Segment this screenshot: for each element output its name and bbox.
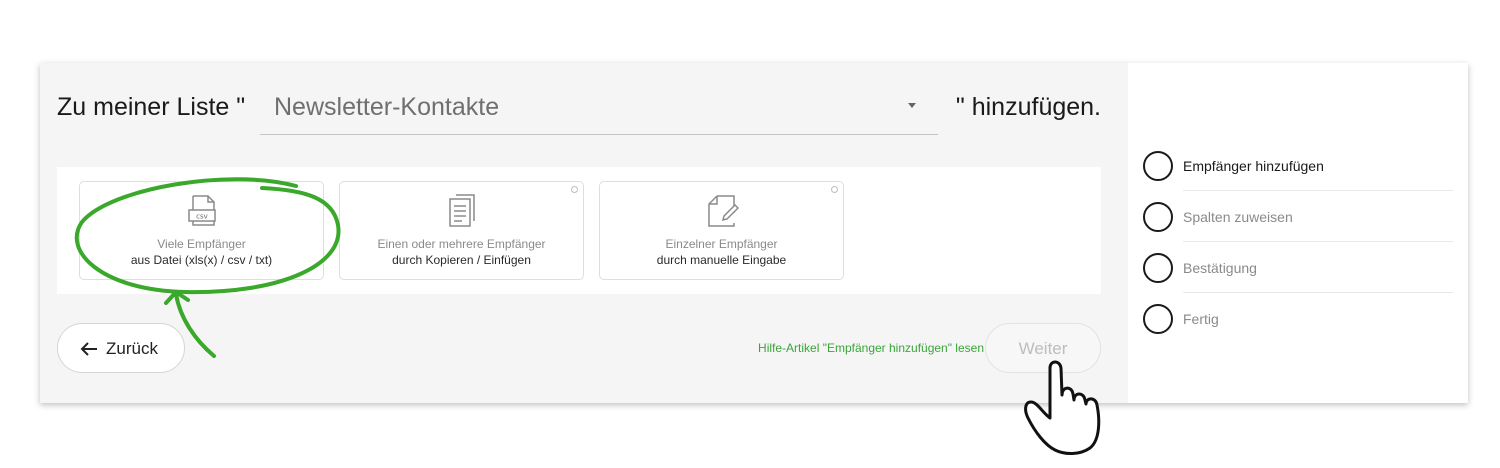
step-label: Fertig [1183,311,1219,327]
back-button-label: Zurück [106,339,158,358]
caret-down-icon [908,103,916,108]
heading-prefix: Zu meiner Liste " [57,93,246,121]
step-assign-columns: Spalten zuweisen [1143,191,1453,242]
card-file-import[interactable]: csv Viele Empfänger aus Datei (xls(x) / … [79,181,324,280]
step-circle-icon [1143,304,1173,334]
next-button-label: Weiter [1018,339,1068,358]
page-heading: Zu meiner Liste " Newsletter-Kontakte " … [57,85,1117,137]
step-label: Spalten zuweisen [1183,209,1293,225]
step-circle-icon [1143,253,1173,283]
radio-indicator [831,186,838,193]
step-add-recipients: Empfänger hinzufügen [1143,140,1453,191]
wizard-steps-sidebar: Empfänger hinzufügen Spalten zuweisen Be… [1128,63,1468,403]
svg-text:csv: csv [196,213,208,221]
card-line2: durch manuelle Eingabe [656,253,787,267]
back-button[interactable]: Zurück [57,323,185,373]
edit-document-icon [707,195,739,227]
add-recipients-panel: Zu meiner Liste " Newsletter-Kontakte " … [40,63,1468,403]
card-line2: aus Datei (xls(x) / csv / txt) [130,253,273,267]
card-line1: Viele Empfänger [157,237,246,251]
card-line1: Einen oder mehrere Empfänger [377,237,546,251]
help-article-link[interactable]: Hilfe-Artikel "Empfänger hinzufügen" les… [758,341,984,355]
import-method-cards: csv Viele Empfänger aus Datei (xls(x) / … [57,167,1101,294]
csv-file-icon: csv [187,195,216,226]
card-line2: durch Kopieren / Einfügen [392,253,531,267]
card-copy-paste[interactable]: Einen oder mehrere Empfänger durch Kopie… [339,181,584,280]
list-select-dropdown[interactable]: Newsletter-Kontakte [260,85,938,135]
step-circle-icon [1143,202,1173,232]
radio-indicator [571,186,578,193]
card-line1: Einzelner Empfänger [665,237,778,251]
copy-document-icon [448,194,475,227]
step-circle-icon [1143,151,1173,181]
step-confirmation: Bestätigung [1143,242,1453,293]
step-done: Fertig [1143,293,1453,344]
list-select-value: Newsletter-Kontakte [274,93,500,121]
step-label: Empfänger hinzufügen [1183,158,1324,174]
card-manual-entry[interactable]: Einzelner Empfänger durch manuelle Einga… [599,181,844,280]
step-label: Bestätigung [1183,260,1257,276]
arrow-left-icon [80,342,97,356]
heading-suffix: " hinzufügen. [955,93,1101,121]
main-area: Zu meiner Liste " Newsletter-Kontakte " … [40,63,1128,403]
next-button[interactable]: Weiter [985,323,1101,373]
